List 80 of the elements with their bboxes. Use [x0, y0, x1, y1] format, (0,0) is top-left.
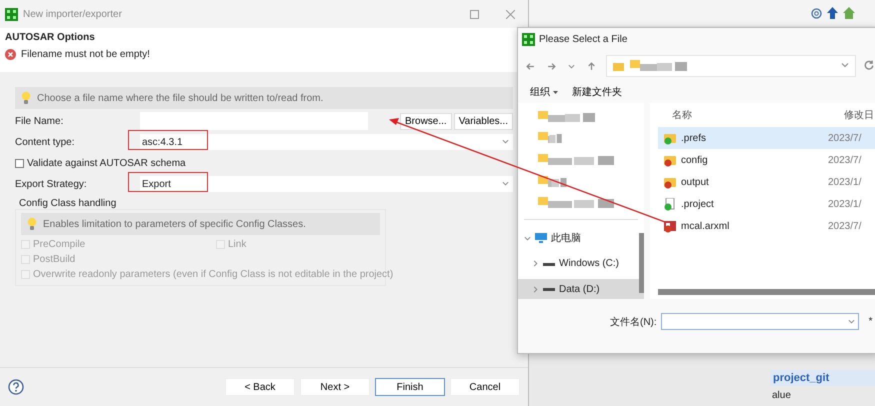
dropdown-caret-icon[interactable] — [848, 318, 855, 325]
group-title: Config Class handling — [18, 198, 118, 209]
checkbox-label: Link — [228, 239, 246, 250]
home-icon[interactable] — [843, 7, 855, 19]
browse-button[interactable]: Browse... — [400, 112, 452, 130]
tree-item[interactable]: Windows (C:) — [518, 254, 644, 274]
lightbulb-icon — [21, 91, 31, 105]
table-cell-text: alue — [771, 389, 792, 403]
file-row[interactable]: mcal.arxml 2023/7/ — [658, 215, 875, 237]
at-sign-icon[interactable] — [811, 8, 822, 18]
tree-item[interactable]: Data (D:) — [518, 279, 644, 299]
pixelated-drawing — [630, 60, 690, 72]
file-name-field[interactable] — [660, 313, 859, 330]
tree-item[interactable]: 此电脑 — [518, 228, 644, 248]
window-title: Please Select a File — [539, 34, 628, 45]
filter-text: * — [868, 316, 873, 327]
checkbox[interactable] — [15, 158, 24, 168]
file-row[interactable]: .prefs 2023/7/ — [658, 127, 875, 149]
scrollbar[interactable] — [658, 289, 875, 295]
lightbulb-icon — [27, 217, 37, 231]
app-icon — [522, 33, 535, 46]
computer-icon — [535, 233, 547, 244]
hint-text: Choose a file name where the file should be written to/read from. — [37, 92, 324, 104]
file-name-field[interactable] — [140, 112, 368, 130]
forward-icon[interactable] — [547, 62, 556, 70]
field-label: File Name: — [15, 116, 64, 126]
expand-caret-icon[interactable] — [532, 260, 539, 268]
chevron-icon[interactable] — [841, 60, 849, 68]
scrollbar[interactable] — [639, 233, 644, 293]
checkbox-label: Validate against AUTOSAR schema — [27, 158, 186, 168]
checkbox-label: PreCompile — [33, 239, 86, 250]
expand-caret-icon[interactable] — [524, 234, 531, 242]
address-bar[interactable] — [606, 55, 856, 77]
folder-icon — [664, 176, 677, 188]
refresh-icon[interactable] — [864, 60, 874, 70]
folder-icon — [664, 132, 677, 144]
close-icon[interactable] — [506, 10, 515, 18]
hint-text: Enables limitation to parameters of specific Config Classes. — [43, 218, 306, 230]
expand-caret-icon[interactable] — [532, 286, 539, 293]
maximize-icon[interactable] — [470, 10, 479, 18]
dialog-button[interactable]: Finish — [375, 378, 445, 396]
field-label: 文件名(N): — [610, 316, 657, 328]
field-label: Export Strategy: — [15, 178, 88, 190]
dropdown-caret-icon[interactable] — [502, 138, 509, 144]
pixelated-drawing — [538, 110, 598, 123]
file-row[interactable]: .project 2023/1/ — [658, 193, 875, 215]
file-row[interactable]: config 2023/7/ — [658, 149, 875, 171]
dropdown-caret-icon[interactable] — [552, 91, 558, 95]
dropdown-caret-icon[interactable] — [502, 180, 509, 186]
folder-icon — [613, 62, 624, 70]
file-row[interactable]: output 2023/1/ — [658, 171, 875, 193]
up-arrow-icon[interactable] — [827, 7, 838, 19]
toolbar-button[interactable]: 新建文件夹 — [572, 85, 622, 99]
dialog-button[interactable]: Cancel — [450, 378, 520, 396]
back-icon[interactable] — [526, 62, 535, 70]
page-title: AUTOSAR Options — [5, 32, 96, 43]
dropdown[interactable]: asc:4.3.1 — [140, 134, 513, 150]
folder-icon — [664, 154, 677, 166]
window-title: New importer/exporter — [23, 8, 123, 20]
app-icon — [5, 8, 18, 20]
dropdown[interactable]: Export — [140, 176, 513, 192]
tree-item[interactable]: project_git — [770, 370, 875, 386]
up-icon[interactable] — [587, 62, 596, 70]
column-header[interactable]: 修改日 — [844, 108, 874, 122]
browse-button[interactable]: Variables... — [454, 112, 513, 130]
dialog-button[interactable]: < Back — [225, 378, 295, 396]
error-message: Filename must not be empty! — [21, 49, 150, 60]
error-icon — [5, 49, 16, 60]
chevron-icon[interactable] — [568, 62, 575, 70]
help-icon[interactable] — [8, 379, 24, 395]
toolbar-button[interactable]: 组织 — [530, 85, 558, 99]
file-icon — [664, 198, 677, 210]
pixelated-drawing — [538, 176, 568, 188]
dialog-button[interactable]: Next > — [300, 378, 370, 396]
model-icon — [664, 220, 677, 232]
checkbox-label: Overwrite readonly parameters (even if Config Class is not editable in the project) — [33, 269, 394, 280]
pixelated-drawing — [538, 132, 563, 144]
field-label: Content type: — [15, 136, 76, 148]
column-header[interactable]: 名称 — [650, 108, 844, 122]
checkbox-label: PostBuild — [33, 254, 76, 265]
